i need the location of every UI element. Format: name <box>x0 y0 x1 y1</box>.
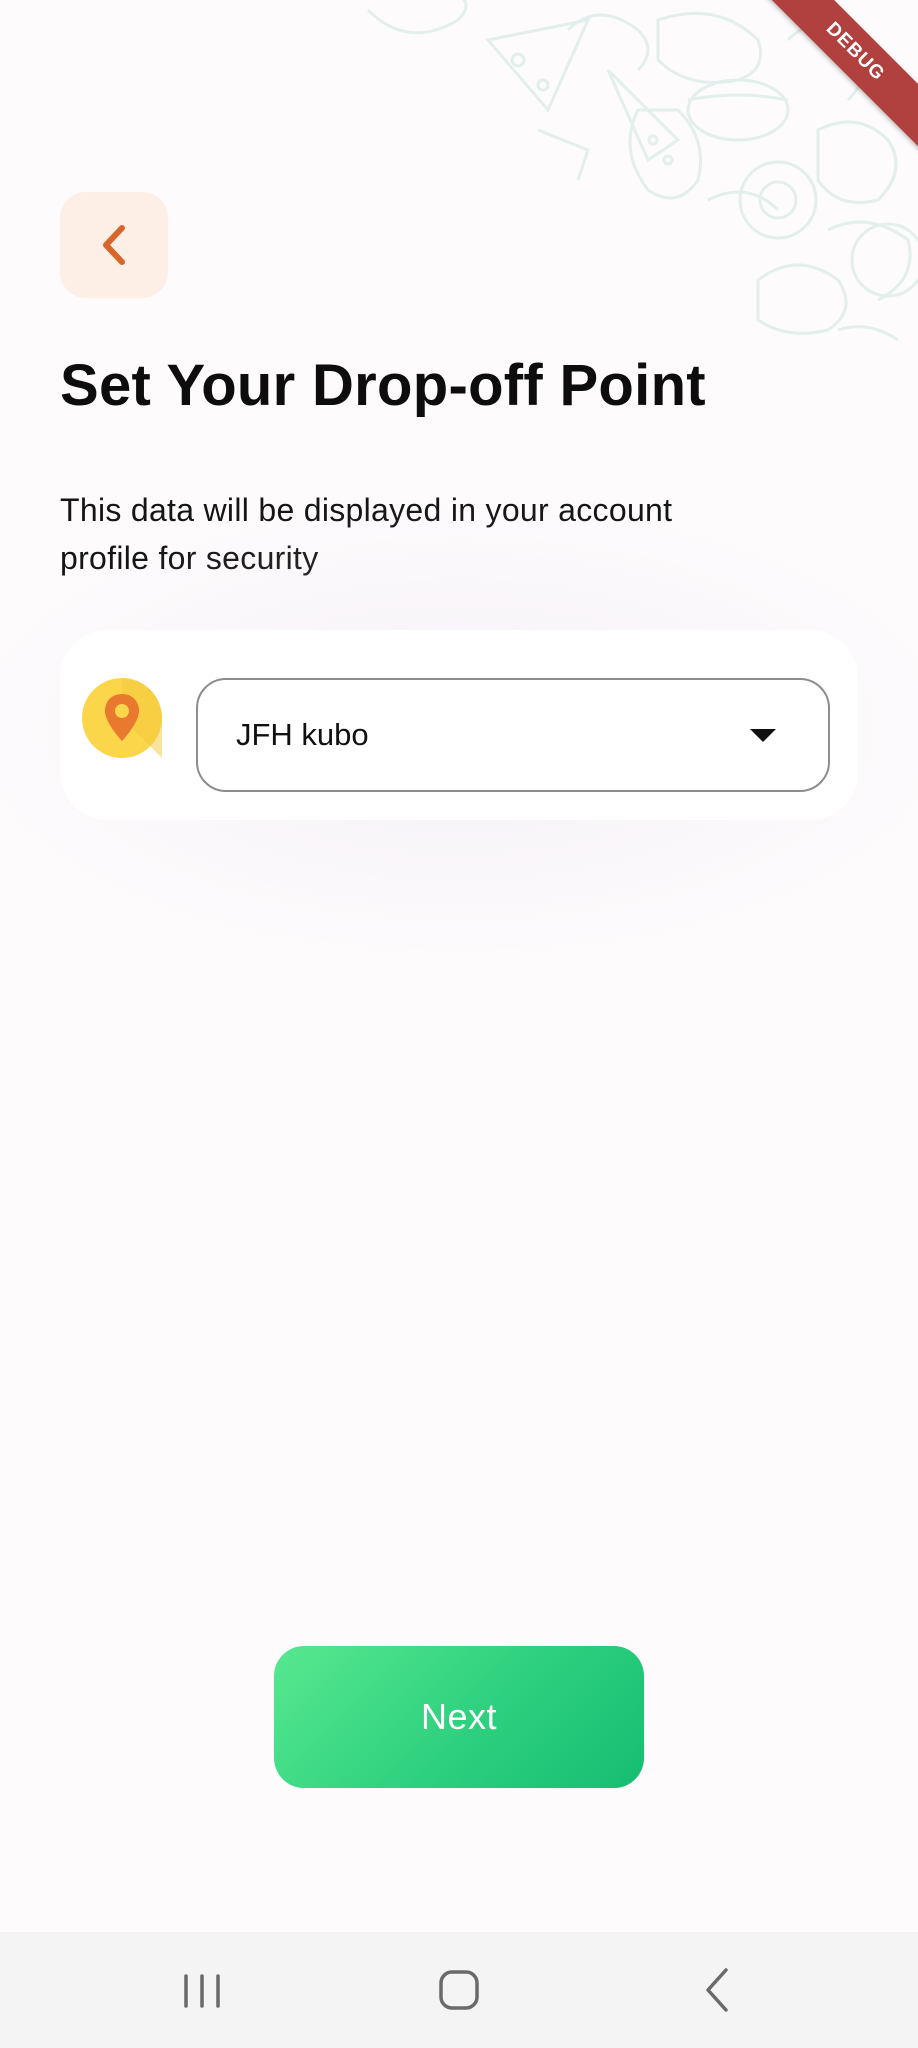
home-icon[interactable] <box>429 1960 489 2020</box>
back-icon[interactable] <box>688 1960 748 2020</box>
dropoff-point-dropdown[interactable]: JFH kubo <box>196 678 830 792</box>
system-navigation-bar <box>0 1932 918 2048</box>
recent-apps-icon[interactable] <box>172 1960 232 2020</box>
location-pin-icon <box>82 678 162 758</box>
chevron-left-icon <box>103 225 125 265</box>
next-button[interactable]: Next <box>274 1646 644 1788</box>
page-title: Set Your Drop-off Point <box>60 353 706 418</box>
dropoff-card: JFH kubo <box>60 630 858 820</box>
dropdown-selected-value: JFH kubo <box>236 717 369 752</box>
caret-down-icon <box>750 728 776 742</box>
back-button[interactable] <box>60 192 168 298</box>
